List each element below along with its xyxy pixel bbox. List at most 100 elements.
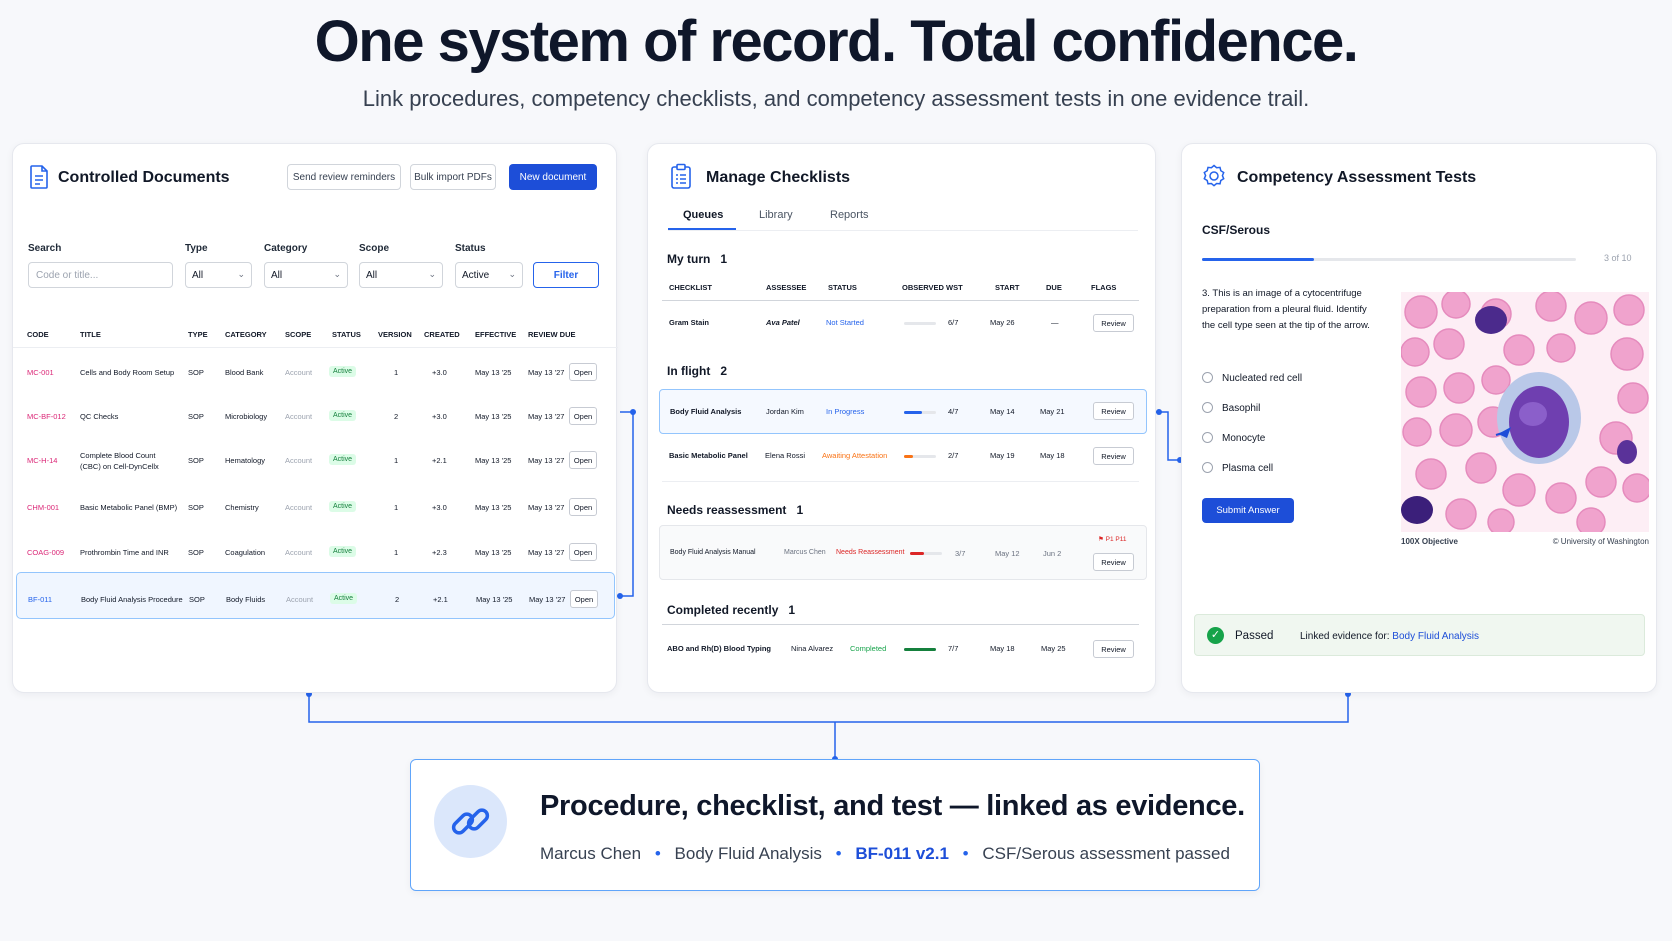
table-header: CODE TITLE TYPE CATEGORY SCOPE STATUS VE… <box>13 330 618 342</box>
review-button[interactable]: Review <box>1093 314 1134 332</box>
open-button[interactable]: Open <box>569 407 597 425</box>
filter-button[interactable]: Filter <box>533 262 599 288</box>
created-value: +3.0 <box>432 368 447 377</box>
effective-date: May 13 '25 <box>475 503 512 512</box>
status-text: Not Started <box>826 318 864 327</box>
table-row[interactable]: MC-001 SOP Blood Bank Account 1 +3.0 May 13 '2… <box>13 348 618 392</box>
divider <box>662 481 1139 482</box>
chevron-down-icon: ⌄ <box>333 269 341 279</box>
table-row[interactable]: MC-H-14 SOP Hematology Account 1 +2.1 May 13 '… <box>13 436 618 483</box>
divider <box>662 300 1139 301</box>
progress-fill <box>910 552 924 555</box>
evidence-checklist: Body Fluid Analysis <box>674 844 822 863</box>
divider <box>662 624 1139 625</box>
table-row-highlighted[interactable]: BF-011 SOP Body Fluids Account 2 +2.1 May 13 '… <box>16 572 615 619</box>
table-row[interactable]: COAG-009 SOP Coagulation Account 1 +2.3 May 13… <box>13 528 618 574</box>
table-row-reassessment[interactable]: Body Fluid Analysis Manual Marcus Chen N… <box>659 525 1147 580</box>
checklist-name: ABO and Rh(D) Blood Typing <box>667 644 772 653</box>
observed-count: 6/7 <box>948 318 959 327</box>
evidence-title: Procedure, checklist, and test — linked … <box>540 790 1245 822</box>
document-code[interactable]: MC-001 <box>27 368 54 377</box>
table-row-highlighted[interactable]: Body Fluid Analysis Jordan Kim In Progre… <box>659 389 1147 434</box>
tab-library[interactable]: Library <box>759 209 793 221</box>
review-button[interactable]: Review <box>1093 640 1134 658</box>
progress-bar <box>904 648 936 651</box>
send-review-reminders-button[interactable]: Send review reminders <box>287 164 401 190</box>
status-select[interactable]: Active ⌄ <box>455 262 523 288</box>
checklist-name: Body Fluid Analysis Manual <box>670 549 756 556</box>
divider <box>668 230 1138 231</box>
answer-option[interactable]: Plasma cell <box>1222 463 1273 474</box>
table-row[interactable]: MC-BF-012 SOP Microbiology Account 2 +3.0 May … <box>13 392 618 436</box>
open-button[interactable]: Open <box>570 590 598 608</box>
bulk-import-button[interactable]: Bulk import PDFs <box>410 164 496 190</box>
question-counter: 3 of 10 <box>1604 253 1632 263</box>
option-radio[interactable] <box>1202 462 1213 473</box>
document-category: Hematology <box>225 456 266 465</box>
controlled-documents-card: Controlled Documents Send review reminde… <box>12 143 618 693</box>
progress-bar <box>904 411 936 414</box>
chevron-down-icon: ⌄ <box>508 269 516 279</box>
document-scope: Account <box>285 412 313 421</box>
answer-option[interactable]: Monocyte <box>1222 433 1265 444</box>
table-row: ABO and Rh(D) Blood Typing Nina Alvarez … <box>648 628 1157 668</box>
status-text: In Progress <box>826 407 865 416</box>
review-due-date: May 13 '27 <box>528 503 565 512</box>
separator-dot: • <box>962 844 969 863</box>
due-date: May 21 <box>1040 407 1065 416</box>
option-radio[interactable] <box>1202 402 1213 413</box>
submit-answer-button[interactable]: Submit Answer <box>1202 498 1294 523</box>
new-document-button[interactable]: New document <box>509 164 597 190</box>
start-date: May 19 <box>990 451 1015 460</box>
table-row[interactable]: CHM-001 SOP Chemistry Account 1 +3.0 May 13 '2… <box>13 483 618 528</box>
type-select[interactable]: All ⌄ <box>185 262 252 288</box>
scope-select[interactable]: All ⌄ <box>359 262 443 288</box>
test-subtitle: CSF/Serous <box>1202 223 1271 237</box>
document-version: 1 <box>394 548 399 557</box>
document-scope: Account <box>286 595 314 604</box>
section-needs-reassessment: Needs reassessment 1 <box>667 503 804 517</box>
document-code[interactable]: COAG-009 <box>27 548 64 557</box>
linked-evidence-link[interactable]: Body Fluid Analysis <box>1392 631 1479 642</box>
option-radio[interactable] <box>1202 372 1213 383</box>
tab-queues[interactable]: Queues <box>683 209 723 221</box>
open-button[interactable]: Open <box>569 498 597 516</box>
checklist-name: Basic Metabolic Panel <box>669 451 748 460</box>
column-header: VERSION <box>378 330 412 339</box>
review-due-date: May 13 '27 <box>529 595 566 604</box>
checklist-table-header: CHECKLIST ASSESSEE STATUS OBSERVED WST S… <box>648 283 1157 295</box>
open-button[interactable]: Open <box>569 543 597 561</box>
assessee: Nina Alvarez <box>791 644 834 653</box>
column-header: CATEGORY <box>225 330 267 339</box>
progress-fill <box>904 411 923 414</box>
document-version: 1 <box>394 503 399 512</box>
option-radio[interactable] <box>1202 432 1213 443</box>
open-button[interactable]: Open <box>569 363 597 381</box>
open-button[interactable]: Open <box>569 451 597 469</box>
link-icon-badge <box>434 785 507 858</box>
start-date: May 26 <box>990 318 1015 327</box>
column-header: TITLE <box>80 330 101 339</box>
document-code[interactable]: CHM-001 <box>27 503 59 512</box>
document-code[interactable]: MC-H-14 <box>27 456 57 465</box>
search-input[interactable]: Code or title... <box>28 262 173 288</box>
review-button[interactable]: Review <box>1093 553 1134 571</box>
assessee: Elena Rossi <box>765 451 806 460</box>
manage-checklists-card: Manage Checklists Queues Library Reports… <box>647 143 1156 693</box>
document-scope: Account <box>285 548 313 557</box>
answer-option[interactable]: Basophil <box>1222 403 1260 414</box>
assessee: Ava Patel <box>766 318 800 327</box>
document-code[interactable]: MC-BF-012 <box>27 412 66 421</box>
image-credit: © University of Washington <box>1552 537 1649 546</box>
review-button[interactable]: Review <box>1093 402 1134 420</box>
document-scope: Account <box>285 368 313 377</box>
review-button[interactable]: Review <box>1093 447 1134 465</box>
check-circle-icon: ✓ <box>1207 627 1224 644</box>
due-date: — <box>1051 318 1059 327</box>
evidence-document-link[interactable]: BF-011 v2.1 <box>855 844 949 863</box>
document-icon <box>30 165 48 189</box>
answer-option[interactable]: Nucleated red cell <box>1222 373 1302 384</box>
category-select[interactable]: All ⌄ <box>264 262 348 288</box>
document-code[interactable]: BF-011 <box>28 595 52 604</box>
tab-reports[interactable]: Reports <box>830 209 869 221</box>
